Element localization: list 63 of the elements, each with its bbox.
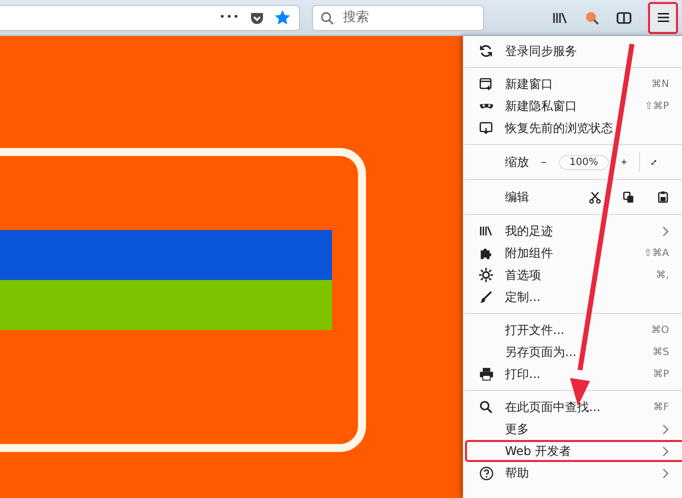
menu-item-label: 首选项 — [505, 266, 541, 284]
search-icon — [479, 400, 493, 414]
brush-icon — [479, 290, 493, 304]
shortcut-label: ⌘P — [652, 368, 669, 380]
sync-icon — [479, 44, 493, 58]
menu-item[interactable]: 打印... ⌘P — [465, 363, 682, 385]
new-window-icon — [479, 77, 493, 91]
menu-item[interactable]: 打开文件... ⌘O — [465, 319, 682, 341]
zoom-reset-button[interactable]: 100% — [558, 154, 610, 170]
window-icon — [479, 121, 493, 135]
menu-item-label: 打印... — [505, 366, 540, 382]
menu-item-label: 定制... — [505, 288, 540, 306]
puzzle-icon — [479, 246, 493, 260]
shortcut-label: ⌘O — [651, 324, 669, 336]
menu-item[interactable]: 恢复先前的浏览状态 — [465, 117, 682, 139]
shortcut-label: ⌘, — [656, 270, 669, 280]
menu-item[interactable]: 定制... — [465, 286, 682, 308]
extension-icon[interactable] — [584, 10, 600, 26]
menu-button[interactable] — [648, 2, 678, 34]
menu-item-label: 恢复先前的浏览状态 — [505, 120, 613, 136]
menu-item[interactable]: 新建窗口 ⌘N — [465, 73, 682, 95]
menu-item[interactable]: 首选项 ⌘, — [465, 264, 682, 286]
page-actions-button[interactable]: ••• — [219, 12, 240, 23]
menu-item-label: 在此页面中查找... — [505, 398, 600, 416]
search-field[interactable]: 搜索 — [312, 4, 484, 30]
zoom-label: 缩放 — [505, 154, 529, 170]
menu-item-label: 更多 — [505, 420, 529, 438]
menu-icon — [656, 10, 670, 25]
menu-item-label: 新建隐私窗口 — [505, 98, 577, 114]
library-icon[interactable] — [552, 10, 568, 26]
star-icon[interactable] — [274, 9, 291, 26]
help-icon — [479, 466, 494, 480]
shortcut-label: ⌘F — [653, 402, 669, 412]
shortcut-label: ⇧⌘P — [644, 100, 669, 112]
printer-icon — [479, 366, 494, 382]
menu-item[interactable]: 更多 — [465, 418, 682, 440]
menu-item[interactable]: 登录同步服务 — [465, 40, 682, 62]
gear-icon — [479, 268, 493, 282]
library-icon — [479, 224, 493, 238]
menu-item-label: 新建窗口 — [505, 76, 553, 92]
menu-item-label: Web 开发者 — [505, 442, 571, 460]
sidebar-icon[interactable] — [616, 10, 632, 26]
menu-item[interactable]: 附加组件 ⇧⌘A — [465, 242, 682, 264]
menu-item-label: 登录同步服务 — [505, 42, 577, 60]
menu-item[interactable]: 在此页面中查找... ⌘F — [465, 396, 682, 418]
menu-item-label: 打开文件... — [505, 322, 564, 338]
copy-icon[interactable] — [623, 190, 635, 204]
menu-item[interactable]: Web 开发者 — [465, 440, 682, 462]
menu-item-label: 附加组件 — [505, 244, 553, 262]
menu-item[interactable]: 另存页面为... ⌘S — [465, 341, 682, 363]
menu-item[interactable]: 帮助 — [465, 462, 682, 484]
edit-label: 编辑 — [505, 188, 529, 206]
shortcut-label: ⌘N — [652, 78, 669, 90]
menu-item-label: 帮助 — [505, 464, 529, 482]
shortcut-label: ⌘S — [652, 346, 669, 358]
url-bar[interactable]: ••• — [0, 4, 300, 30]
scissors-icon[interactable] — [589, 190, 601, 204]
shortcut-label: ⇧⌘A — [644, 248, 669, 258]
menu-item[interactable]: 新建隐私窗口 ⇧⌘P — [465, 95, 682, 117]
menu-item-label: 另存页面为... — [505, 344, 576, 360]
menu-item[interactable]: 我的足迹 — [465, 220, 682, 242]
clipboard-icon[interactable] — [657, 190, 669, 204]
menu-item-label: 我的足迹 — [505, 222, 553, 240]
